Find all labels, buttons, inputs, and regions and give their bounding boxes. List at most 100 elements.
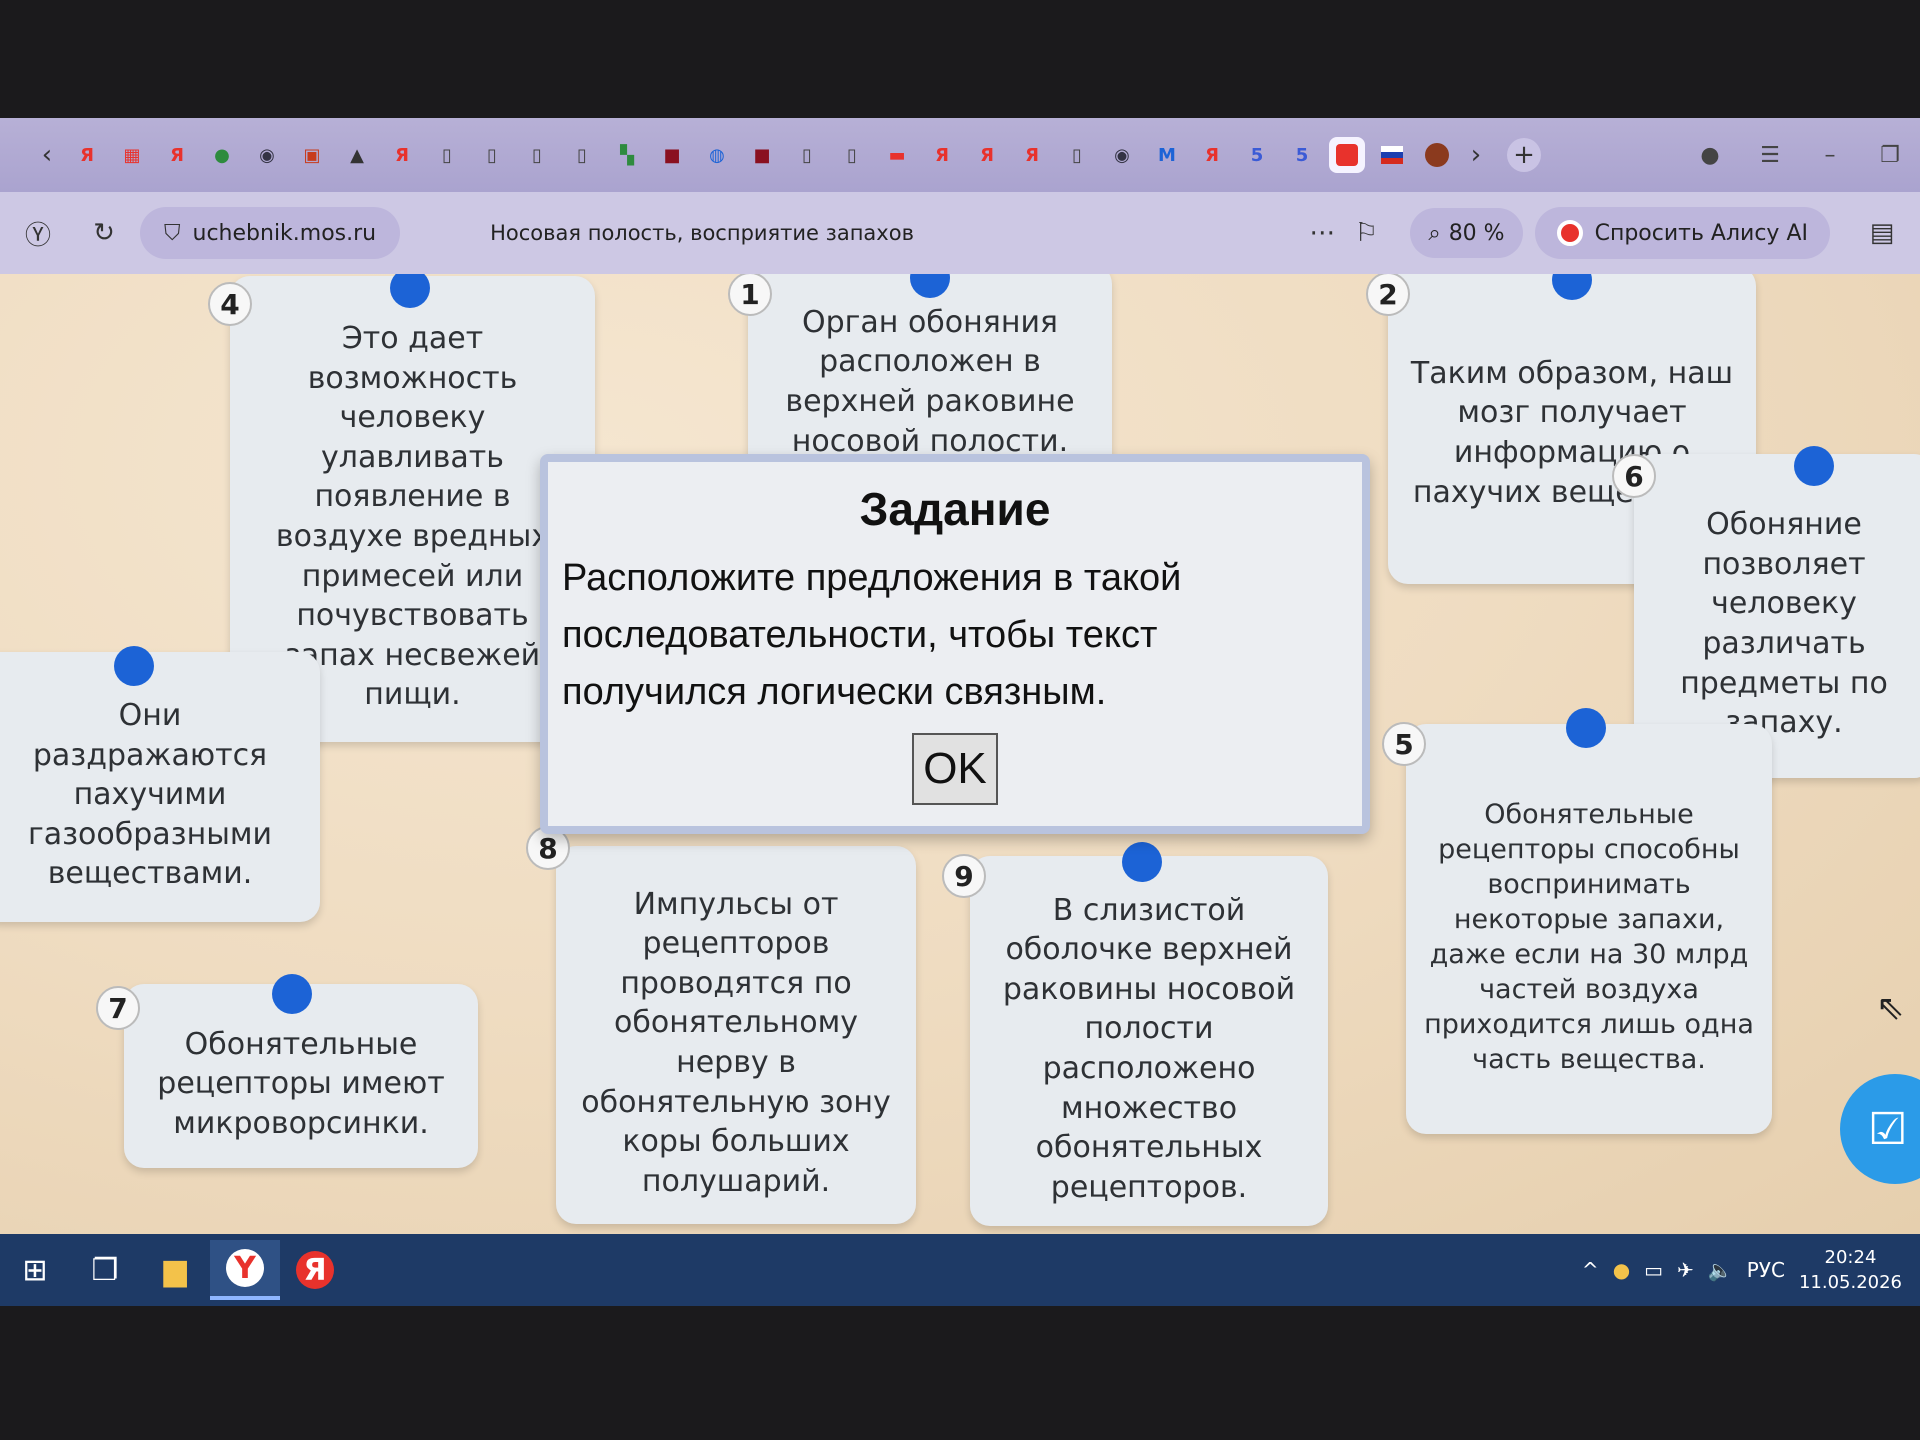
page-icon[interactable]: ▯ [834, 137, 870, 173]
chevron-right-icon[interactable]: › [1459, 138, 1493, 172]
yandex-icon[interactable]: Я [924, 137, 960, 173]
globe-icon[interactable]: ● [204, 137, 240, 173]
task-dialog: Задание Расположите предложения в такой … [540, 454, 1370, 834]
volume-icon[interactable]: 🔈 [1708, 1258, 1733, 1282]
system-tray: ^ ● ▭ ✈ 🔈 РУС 20:24 11.05.2026 [1582, 1245, 1920, 1295]
browser-icon[interactable]: ◉ [1104, 137, 1140, 173]
security-icon[interactable]: ● [1613, 1258, 1630, 1282]
reload-icon[interactable]: ↻ [82, 211, 126, 255]
sentence-card[interactable]: Импульсы от рецепторов проводятся по обо… [556, 846, 916, 1224]
drag-handle[interactable] [1794, 446, 1834, 486]
sentence-card[interactable]: Орган обоняния расположен в верхней рако… [748, 274, 1112, 484]
sentence-card[interactable]: Обонятельные рецепторы способны восприни… [1406, 724, 1772, 1134]
page-icon[interactable]: ▯ [789, 137, 825, 173]
sentence-card[interactable]: В слизистой оболочке верхней раковины но… [970, 856, 1328, 1226]
card-text: Импульсы от рецепторов проводятся по обо… [581, 886, 891, 1199]
zoom-button[interactable]: ⌕ 80 % [1410, 208, 1523, 258]
sphere-icon[interactable]: ◍ [699, 137, 735, 173]
ask-alice-button[interactable]: Спросить Алису AI [1534, 207, 1830, 259]
card-number: 7 [96, 986, 140, 1030]
active-tab[interactable] [1329, 137, 1365, 173]
alice-icon [1556, 220, 1583, 246]
page-title: Носовая полость, восприятие запахов [490, 221, 914, 245]
minimize-icon[interactable]: – [1800, 143, 1860, 168]
mail-icon[interactable]: ▬ [879, 137, 915, 173]
puzzle-icon[interactable]: ▚ [609, 137, 645, 173]
yandex-icon[interactable]: Я [159, 137, 195, 173]
ok-button[interactable]: OK [912, 733, 998, 805]
menu-icon[interactable]: ☰ [1740, 143, 1800, 168]
flag-icon[interactable] [1374, 137, 1410, 173]
yandex-browser-icon[interactable]: Y [210, 1240, 280, 1300]
sentence-card[interactable]: Они раздражаются пахучими газообразными … [0, 652, 320, 922]
page-icon[interactable]: ▯ [474, 137, 510, 173]
card-number: 9 [942, 854, 986, 898]
yandex-icon[interactable]: Я [384, 137, 420, 173]
yandex-home-icon[interactable]: Ⓨ [16, 211, 60, 255]
time: 20:24 [1824, 1246, 1877, 1268]
alice-label: Спросить Алису AI [1594, 220, 1808, 246]
bookmark-icon[interactable]: ⚐ [1344, 211, 1388, 255]
clock[interactable]: 20:24 11.05.2026 [1799, 1245, 1902, 1295]
bear-icon[interactable] [1419, 137, 1455, 173]
card-number: 1 [728, 274, 772, 316]
url-field[interactable]: ⛉ uchebnik.mos.ru [140, 207, 401, 259]
restore-icon[interactable]: ❐ [1860, 143, 1920, 168]
card-number: 5 [1382, 722, 1426, 766]
app-icon[interactable]: ▣ [294, 137, 330, 173]
tab-bar: ‹ Я ▦ Я ● ◉ ▣ ▲ Я ▯ ▯ ▯ ▯ ▚ ■ ◍ ■ ▯ ▯ ▬ Я Я Я ▯ ◉ M Я 5 5 › + ● ☰ –… [0, 118, 1920, 192]
folder-icon[interactable]: ▆ [140, 1240, 210, 1300]
chevron-left-icon[interactable]: ‹ [30, 138, 64, 172]
yandex-icon[interactable]: Я [1194, 137, 1230, 173]
drag-handle[interactable] [1566, 708, 1606, 748]
more-icon[interactable]: ⋯ [1300, 211, 1344, 255]
page-icon[interactable]: ▯ [564, 137, 600, 173]
dialog-instruction: Расположите предложения в такой последов… [562, 557, 1182, 713]
battery-icon[interactable]: ▭ [1644, 1258, 1663, 1282]
five-icon[interactable]: 5 [1284, 137, 1320, 173]
yandex-app-icon[interactable]: Я [280, 1240, 350, 1300]
card-text: Обонятельные рецепторы способны восприни… [1424, 798, 1754, 1076]
mouse-cursor-icon: ⇖ [1876, 988, 1905, 1028]
checkmark-icon: ☑ [1868, 1103, 1908, 1155]
five-icon[interactable]: 5 [1239, 137, 1275, 173]
m-icon[interactable]: M [1149, 137, 1185, 173]
card-text: Обоняние позволяет человеку различать пр… [1680, 507, 1888, 741]
airplane-icon[interactable]: ✈ [1677, 1258, 1694, 1282]
card-text: Они раздражаются пахучими газообразными … [27, 698, 273, 892]
url-text: uchebnik.mos.ru [192, 220, 377, 246]
chevron-up-icon[interactable]: ^ [1582, 1258, 1599, 1282]
task-view-icon[interactable]: ❐ [70, 1240, 140, 1300]
yandex-icon[interactable]: Я [69, 137, 105, 173]
card-number: 4 [208, 282, 252, 326]
new-tab-plus-icon[interactable]: + [1507, 138, 1541, 172]
drag-handle[interactable] [1122, 842, 1162, 882]
dialog-title: Задание [859, 483, 1051, 535]
date: 11.05.2026 [1798, 1272, 1902, 1293]
card-number: 6 [1612, 454, 1656, 498]
sidebar-icon[interactable]: ▤ [1860, 211, 1904, 255]
address-bar: Ⓨ ↻ ⛉ uchebnik.mos.ru Носовая полость, в… [0, 192, 1920, 274]
grid-icon[interactable]: ▦ [114, 137, 150, 173]
start-icon[interactable]: ⊞ [0, 1240, 70, 1300]
page-icon[interactable]: ▯ [519, 137, 555, 173]
check-answer-button[interactable]: ☑ [1840, 1074, 1920, 1184]
page-icon[interactable]: ▯ [429, 137, 465, 173]
drag-handle[interactable] [114, 646, 154, 686]
exercise-area: Это дает возможность человеку улавливать… [0, 274, 1920, 1234]
drag-handle[interactable] [272, 974, 312, 1014]
card-number: 2 [1366, 274, 1410, 316]
search-icon: ⌕ [1428, 220, 1441, 246]
browser-icon[interactable]: ◉ [249, 137, 285, 173]
language-indicator[interactable]: РУС [1747, 1258, 1785, 1282]
profile-icon[interactable]: ● [1680, 143, 1740, 168]
card-text: В слизистой оболочке верхней раковины но… [1002, 892, 1296, 1205]
triangle-icon[interactable]: ▲ [339, 137, 375, 173]
gto-icon[interactable]: ■ [744, 137, 780, 173]
page-icon[interactable]: ▯ [1059, 137, 1095, 173]
tab-strip: Я ▦ Я ● ◉ ▣ ▲ Я ▯ ▯ ▯ ▯ ▚ ■ ◍ ■ ▯ ▯ ▬ Я Я Я ▯ ◉ M Я 5 5 [64, 137, 1324, 173]
yandex-icon[interactable]: Я [1014, 137, 1050, 173]
yandex-icon[interactable]: Я [969, 137, 1005, 173]
gto-icon[interactable]: ■ [654, 137, 690, 173]
card-text: Орган обоняния расположен в верхней рако… [785, 304, 1075, 459]
